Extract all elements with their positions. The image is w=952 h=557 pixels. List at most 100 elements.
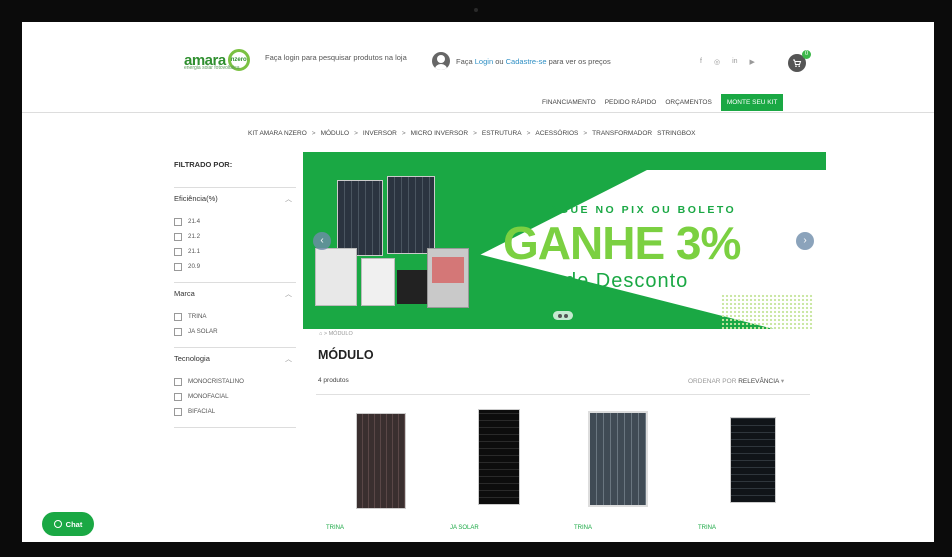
social-links: f ◎ in ▶ xyxy=(700,58,755,66)
filter-option[interactable]: BIFACIAL xyxy=(174,404,292,419)
login-or: ou xyxy=(493,56,506,66)
filter-option[interactable]: JA SOLAR xyxy=(174,324,292,339)
filter-group-eficiencia: Eficiência(%) ︿ 21.4 21.2 21.1 20.9 xyxy=(174,194,292,274)
cat-separator: > xyxy=(401,130,406,137)
nav-orcamentos[interactable]: ORÇAMENTOS xyxy=(665,99,711,106)
filter-group-tecnologia: Tecnologia ︿ MONOCRISTALINO MONOFACIAL BI… xyxy=(174,354,292,419)
chat-button[interactable]: Chat xyxy=(42,512,94,536)
product-image[interactable] xyxy=(730,417,776,503)
checkbox[interactable] xyxy=(174,407,182,416)
nav-financiamento[interactable]: FINANCIAMENTO xyxy=(542,99,596,106)
filter-option[interactable]: 21.4 xyxy=(174,214,292,229)
product-image[interactable] xyxy=(588,411,648,507)
logo-subtitle: energia solar fotovoltaica xyxy=(184,65,240,71)
checkbox[interactable] xyxy=(174,247,182,256)
product-brand[interactable]: TRINA xyxy=(698,525,716,531)
checkbox[interactable] xyxy=(174,217,182,226)
chevron-up-icon: ︿ xyxy=(285,356,292,363)
checkbox[interactable] xyxy=(174,377,182,386)
logo[interactable]: amara nzero energia solar fotovoltaica xyxy=(184,49,250,71)
pager-dot[interactable] xyxy=(564,313,568,318)
banner-subtitle: de Desconto xyxy=(565,270,689,292)
product-image[interactable] xyxy=(356,413,406,509)
pager-dot[interactable] xyxy=(558,313,562,318)
login-message: Faça Login ou Cadastre-se para ver os pr… xyxy=(456,57,611,66)
checkbox[interactable] xyxy=(174,392,182,401)
inverter-image xyxy=(427,248,469,308)
sort-label: ORDENAR POR xyxy=(688,378,739,385)
login-prefix: Faça xyxy=(456,56,475,66)
product-brand[interactable]: TRINA xyxy=(326,525,344,531)
facebook-icon[interactable]: f xyxy=(700,58,702,66)
product-brand[interactable]: TRINA xyxy=(574,525,592,531)
filter-divider xyxy=(174,187,296,188)
cat-estrutura[interactable]: ESTRUTURA xyxy=(482,130,522,137)
cart-badge: 0 xyxy=(802,50,811,59)
checkbox[interactable] xyxy=(174,312,182,321)
carousel-prev-button[interactable]: ‹ xyxy=(313,232,331,250)
filter-option[interactable]: TRINA xyxy=(174,309,292,324)
filter-group-header[interactable]: Marca ︿ xyxy=(174,289,292,299)
category-nav: KIT AMARA NZERO > MÓDULO > INVERSOR > MICRO… xyxy=(248,130,695,137)
youtube-icon[interactable]: ▶ xyxy=(750,58,755,66)
carousel-next-button[interactable]: › xyxy=(796,232,814,250)
filter-group-header[interactable]: Tecnologia ︿ xyxy=(174,354,292,364)
filter-option[interactable]: MONOFACIAL xyxy=(174,389,292,404)
promo-banner[interactable]: PAGUE NO PIX OU BOLETO GANHE 3% de Desco… xyxy=(303,152,826,329)
carousel-pager[interactable] xyxy=(553,311,573,320)
filter-group-header[interactable]: Eficiência(%) ︿ xyxy=(174,194,292,204)
product-card[interactable]: JA SOLAR xyxy=(450,405,570,531)
filter-option[interactable]: MONOCRISTALINO xyxy=(174,374,292,389)
cat-kit[interactable]: KIT AMARA NZERO xyxy=(248,130,307,137)
device-bottom-bezel xyxy=(22,542,934,557)
cat-separator: > xyxy=(311,130,316,137)
login-suffix: para ver os preços xyxy=(546,56,611,66)
cat-modulo[interactable]: MÓDULO xyxy=(321,130,350,137)
filter-option[interactable]: 21.1 xyxy=(174,244,292,259)
product-card[interactable]: TRINA xyxy=(574,405,694,531)
cat-stringbox[interactable]: STRINGBOX xyxy=(657,130,695,137)
microinverter-image xyxy=(397,270,427,304)
filter-option-label: 21.4 xyxy=(188,218,201,225)
chevron-down-icon: ▾ xyxy=(780,378,785,385)
cat-acessorios[interactable]: ACESSÓRIOS xyxy=(535,130,578,137)
checkbox[interactable] xyxy=(174,262,182,271)
banner-headline: PAGUE NO PIX OU BOLETO xyxy=(541,204,737,216)
checkbox[interactable] xyxy=(174,232,182,241)
cat-separator: > xyxy=(473,130,477,137)
filter-group-label: Marca xyxy=(174,289,195,298)
nav-pedido-rapido[interactable]: PEDIDO RÁPIDO xyxy=(605,99,657,106)
sort-select[interactable]: ORDENAR POR RELEVÂNCIA ▾ xyxy=(688,377,784,385)
chat-bubble-icon xyxy=(53,520,62,528)
register-link[interactable]: Cadastre-se xyxy=(506,57,547,66)
cat-transformador[interactable]: TRANSFORMADOR xyxy=(592,130,652,137)
product-card[interactable]: TRINA xyxy=(326,405,446,531)
inverter-image xyxy=(361,258,395,306)
instagram-icon[interactable]: ◎ xyxy=(714,58,720,66)
product-count: 4 produtos xyxy=(318,377,349,384)
cat-separator: > xyxy=(354,130,358,137)
chevron-up-icon: ︿ xyxy=(285,291,292,298)
top-nav: FINANCIAMENTO PEDIDO RÁPIDO ORÇAMENTOS M… xyxy=(542,94,784,111)
breadcrumb[interactable]: ⌂ > MÓDULO xyxy=(319,331,353,337)
filter-option[interactable]: 20.9 xyxy=(174,259,292,274)
monte-seu-kit-button[interactable]: MONTE SEU KIT xyxy=(720,94,784,111)
checkbox[interactable] xyxy=(174,327,182,336)
filter-option-label: MONOFACIAL xyxy=(188,393,229,400)
product-brand[interactable]: JA SOLAR xyxy=(450,525,479,531)
cart-glyph xyxy=(793,59,802,67)
filter-option[interactable]: 21.2 xyxy=(174,229,292,244)
product-image[interactable] xyxy=(478,409,520,505)
cat-micro-inversor[interactable]: MICRO INVERSOR xyxy=(411,130,468,137)
filter-group-label: Eficiência(%) xyxy=(174,194,218,203)
chat-label: Chat xyxy=(65,519,83,529)
login-link[interactable]: Login xyxy=(475,57,493,66)
filter-group-label: Tecnologia xyxy=(174,354,210,363)
solar-panel-image xyxy=(337,180,383,256)
product-card[interactable]: TRINA xyxy=(698,405,818,531)
cart-icon[interactable]: 0 xyxy=(788,50,811,72)
filter-group-marca: Marca ︿ TRINA JA SOLAR xyxy=(174,289,292,339)
cat-inversor[interactable]: INVERSOR xyxy=(363,130,397,137)
search-hint: Faça login para pesquisar produtos na lo… xyxy=(265,53,407,62)
linkedin-icon[interactable]: in xyxy=(732,58,737,66)
